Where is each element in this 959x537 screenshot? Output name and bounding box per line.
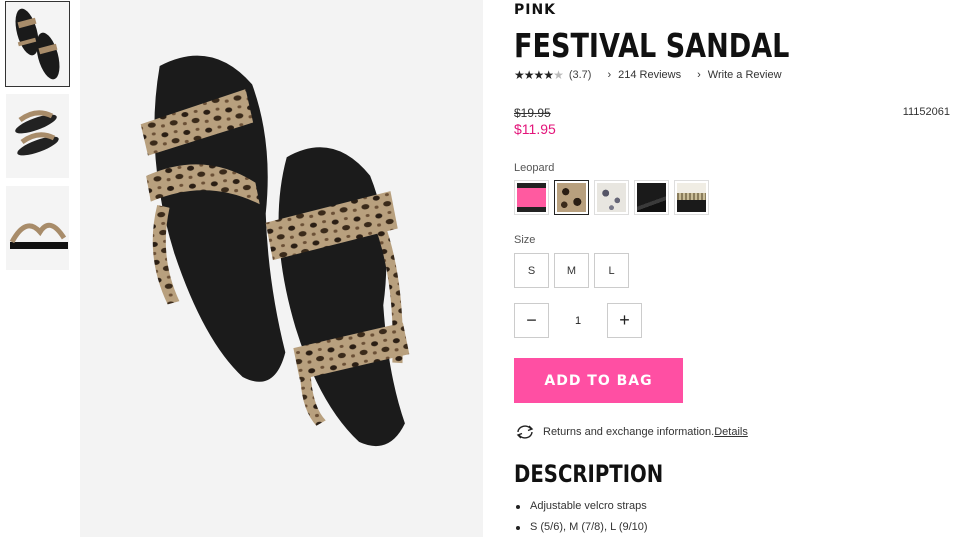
chevron-right-icon: › (607, 69, 612, 81)
sandal-side-image (6, 94, 69, 178)
add-to-bag-button[interactable]: ADD TO BAG (514, 358, 683, 403)
sandal-profile-image (6, 186, 69, 270)
size-m-button[interactable]: M (554, 253, 589, 288)
swatch-leopard[interactable] (554, 180, 589, 215)
star-icon: ★ (533, 68, 545, 82)
star-empty-icon: ★ (553, 68, 564, 82)
product-main-image (80, 0, 483, 537)
size-options: S M L (514, 253, 629, 288)
thumbnail-3[interactable] (6, 186, 69, 270)
swatch-stripe[interactable] (674, 180, 709, 215)
swatch-pink[interactable] (514, 180, 549, 215)
returns-details-link[interactable]: Details (714, 426, 748, 438)
product-sku: 11152061 (902, 106, 950, 118)
increase-quantity-button[interactable]: + (607, 303, 642, 338)
star-icon: ★ (514, 68, 525, 82)
decrease-quantity-button[interactable]: − (514, 303, 549, 338)
size-s-button[interactable]: S (514, 253, 549, 288)
star-half-icon: ★ (543, 68, 554, 82)
sale-price: $11.95 (514, 121, 556, 137)
thumbnail-2[interactable] (6, 94, 69, 178)
rating-row: ★ ★ ★ ★ ★ (3.7) › 214 Reviews › Write a … (514, 68, 782, 82)
returns-info: Returns and exchange information. Detail… (514, 424, 748, 440)
thumbnail-1[interactable] (5, 1, 70, 87)
leopard-sandal-image (80, 0, 483, 537)
description-item: Adjustable velcro straps (514, 496, 648, 517)
color-label: Leopard (514, 162, 555, 174)
star-rating: ★ ★ ★ ★ ★ (514, 68, 564, 82)
exchange-arrows-icon (516, 425, 534, 439)
brand-name: PINK (514, 2, 557, 18)
color-swatches (514, 180, 709, 215)
size-l-button[interactable]: L (594, 253, 629, 288)
rating-value: (3.7) (568, 69, 592, 81)
size-label: Size (514, 234, 536, 246)
description-list: Adjustable velcro straps S (5/6), M (7/8… (514, 496, 648, 537)
star-icon: ★ (523, 68, 535, 82)
swatch-black[interactable] (634, 180, 669, 215)
write-review-link[interactable]: › Write a Review (697, 69, 781, 81)
thumbnail-list (5, 1, 70, 278)
returns-text: Returns and exchange information. (543, 426, 715, 438)
quantity-stepper: − 1 + (514, 303, 642, 338)
reviews-link[interactable]: › 214 Reviews (607, 69, 681, 81)
swatch-snake[interactable] (594, 180, 629, 215)
description-heading: DESCRIPTION (514, 460, 664, 488)
reviews-link-label: 214 Reviews (618, 69, 682, 81)
chevron-right-icon: › (697, 69, 701, 81)
sandal-pair-top-image (6, 2, 69, 86)
write-review-label: Write a Review (707, 69, 782, 81)
quantity-value[interactable]: 1 (549, 315, 607, 327)
product-title: FESTIVAL SANDAL (514, 26, 790, 65)
original-price: $19.95 (514, 106, 551, 120)
description-item: S (5/6), M (7/8), L (9/10) (514, 517, 648, 537)
